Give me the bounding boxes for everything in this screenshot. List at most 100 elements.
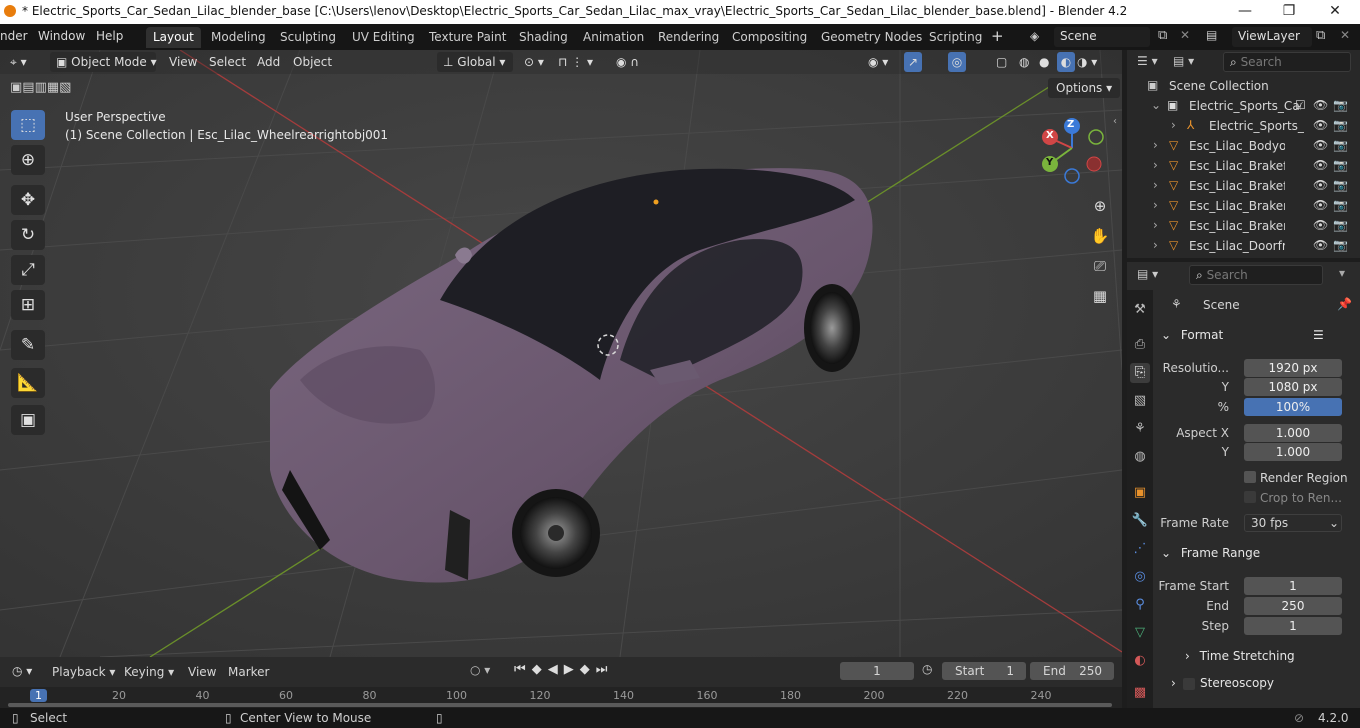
material-shading-icon[interactable]: ◐ bbox=[1057, 52, 1075, 72]
close-button[interactable]: ✕ bbox=[1312, 0, 1358, 24]
timeline-ruler[interactable]: 1 20 40 60 80 100 120 140 160 180 200 220 240 bbox=[0, 687, 1122, 708]
eye-icon[interactable]: 👁 bbox=[1313, 158, 1328, 172]
tab-animation[interactable]: Animation bbox=[576, 27, 651, 48]
material-tab-icon[interactable]: ◐ bbox=[1130, 651, 1150, 671]
scene-selector-icon[interactable]: ◈ bbox=[1030, 29, 1039, 43]
menu-select[interactable]: Select bbox=[209, 52, 246, 72]
start-frame-field[interactable]: Start 1 bbox=[942, 662, 1026, 680]
scene-tab-icon[interactable]: ⚘ bbox=[1130, 419, 1150, 439]
resolution-percent-field[interactable]: 100% bbox=[1244, 398, 1342, 416]
crop-checkbox[interactable] bbox=[1244, 491, 1256, 503]
outliner-item[interactable]: › ▽ Esc_Lilac_Bodyobj0 👁 📷 bbox=[1127, 136, 1360, 156]
outliner-item[interactable]: › ▽ Esc_Lilac_Brakefrrig 👁 📷 bbox=[1127, 176, 1360, 196]
frame-step-field[interactable]: 1 bbox=[1244, 617, 1342, 635]
timeline-scrollbar[interactable] bbox=[8, 703, 1112, 707]
mode-selector[interactable]: ▣ Object Mode ▾ bbox=[50, 52, 157, 72]
tab-shading[interactable]: Shading bbox=[512, 27, 575, 48]
outliner-root[interactable]: ▣ Scene Collection bbox=[1127, 76, 1360, 96]
outliner-item[interactable]: › ▽ Esc_Lilac_Doorfrlef 👁 📷 bbox=[1127, 236, 1360, 256]
timeline-editor-icon[interactable]: ◷ ▾ bbox=[12, 664, 32, 678]
collection-checkbox[interactable]: ☑ bbox=[1295, 98, 1306, 112]
time-stretching-header[interactable]: › Time Stretching bbox=[1185, 649, 1345, 671]
proportional-edit-icon[interactable]: ◉ ∩ bbox=[616, 52, 639, 72]
outliner-collection[interactable]: ⌄ ▣ Electric_Sports_Car ☑ 👁 📷 bbox=[1127, 96, 1360, 116]
add-workspace-icon[interactable]: + bbox=[991, 27, 1004, 45]
zoom-icon[interactable]: ⊕ bbox=[1088, 194, 1112, 218]
menu-render[interactable]: nder bbox=[0, 29, 28, 43]
tab-geometry-nodes[interactable]: Geometry Nodes bbox=[814, 27, 929, 48]
expand-right-icon[interactable]: › bbox=[1153, 158, 1158, 172]
new-view-layer-icon[interactable]: ⧉ bbox=[1316, 28, 1325, 43]
stereoscopy-header[interactable]: › Stereoscopy bbox=[1171, 676, 1347, 698]
annotate-tool-icon[interactable]: ✎ bbox=[11, 330, 45, 360]
view-layer-field[interactable]: ViewLayer bbox=[1232, 27, 1312, 47]
stereoscopy-checkbox[interactable] bbox=[1183, 678, 1195, 690]
camera-icon[interactable]: 📷 bbox=[1333, 118, 1348, 132]
outliner-search[interactable]: ⌕ Search bbox=[1223, 52, 1351, 72]
data-tab-icon[interactable]: ▽ bbox=[1130, 623, 1150, 643]
eye-icon[interactable]: 👁 bbox=[1313, 198, 1328, 212]
view-layer-icon[interactable]: ▤ bbox=[1206, 28, 1217, 42]
wireframe-shading-icon[interactable]: ◍ bbox=[1019, 52, 1029, 72]
pin-icon[interactable]: 📌 bbox=[1337, 297, 1352, 311]
camera-icon[interactable]: 📷 bbox=[1333, 178, 1348, 192]
constraints-tab-icon[interactable]: ⚲ bbox=[1130, 595, 1150, 615]
frame-range-panel-header[interactable]: ⌄ Frame Range bbox=[1161, 546, 1351, 568]
tab-modeling[interactable]: Modeling bbox=[204, 27, 273, 48]
physics-tab-icon[interactable]: ◎ bbox=[1130, 567, 1150, 587]
xray-icon[interactable]: ▢ bbox=[996, 52, 1007, 72]
outliner-filter-icon[interactable]: ▤ ▾ bbox=[1173, 54, 1194, 68]
minimize-button[interactable]: — bbox=[1222, 0, 1268, 24]
menu-add[interactable]: Add bbox=[257, 52, 280, 72]
camera-icon[interactable]: 📷 bbox=[1333, 218, 1348, 232]
editor-type-icon[interactable]: ⌖ ▾ bbox=[10, 52, 27, 72]
view-layer-tab-icon[interactable]: ▧ bbox=[1130, 391, 1150, 411]
tab-sculpting[interactable]: Sculpting bbox=[273, 27, 343, 48]
camera-icon[interactable]: 📷 bbox=[1333, 238, 1348, 252]
aspect-x-field[interactable]: 1.000 bbox=[1244, 424, 1342, 442]
overlays-icon[interactable]: ◎ bbox=[948, 52, 966, 72]
snap-icon[interactable]: ⊓ ⋮ ▾ bbox=[558, 52, 593, 72]
options-button[interactable]: Options ▾ bbox=[1048, 78, 1121, 98]
properties-options-icon[interactable]: ▾ bbox=[1339, 266, 1345, 280]
camera-icon[interactable]: 📷 bbox=[1333, 98, 1348, 112]
scene-field[interactable]: Scene bbox=[1054, 27, 1150, 47]
frame-start-field[interactable]: 1 bbox=[1244, 577, 1342, 595]
camera-view-icon[interactable]: ⎚ bbox=[1088, 254, 1112, 278]
menu-view[interactable]: View bbox=[169, 52, 197, 72]
expand-right-icon[interactable]: › bbox=[1153, 198, 1158, 212]
presets-icon[interactable]: ☰ bbox=[1313, 328, 1324, 342]
3d-viewport[interactable]: ⌖ ▾ ▣ Object Mode ▾ View Select Add Obje… bbox=[0, 50, 1122, 657]
camera-icon[interactable]: 📷 bbox=[1333, 198, 1348, 212]
resolution-x-field[interactable]: 1920 px bbox=[1244, 359, 1342, 377]
add-cube-tool-icon[interactable]: ▣ bbox=[11, 405, 45, 435]
menu-object[interactable]: Object bbox=[293, 52, 332, 72]
keying-menu[interactable]: Keying ▾ bbox=[124, 665, 174, 679]
outliner-item[interactable]: › ▽ Esc_Lilac_Brakerea 👁 📷 bbox=[1127, 196, 1360, 216]
solid-shading-icon[interactable]: ● bbox=[1039, 52, 1049, 72]
eye-icon[interactable]: 👁 bbox=[1313, 98, 1328, 112]
tab-rendering[interactable]: Rendering bbox=[651, 27, 726, 48]
outliner-item[interactable]: › ▽ Esc_Lilac_Brakefrle 👁 📷 bbox=[1127, 156, 1360, 176]
particles-tab-icon[interactable]: ⋰ bbox=[1130, 539, 1150, 559]
camera-icon[interactable]: 📷 bbox=[1333, 138, 1348, 152]
frame-end-field[interactable]: 250 bbox=[1244, 597, 1342, 615]
eye-icon[interactable]: 👁 bbox=[1313, 178, 1328, 192]
render-region-checkbox[interactable] bbox=[1244, 471, 1256, 483]
clock-icon[interactable]: ◷ bbox=[922, 662, 932, 676]
format-panel-header[interactable]: ⌄ Format ☰ bbox=[1161, 328, 1351, 350]
marker-menu[interactable]: Marker bbox=[228, 665, 269, 679]
perspective-toggle-icon[interactable]: ▦ bbox=[1088, 284, 1112, 308]
render-tab-icon[interactable]: ⎙ bbox=[1130, 335, 1150, 355]
frame-rate-dropdown[interactable]: 30 fps ⌄ bbox=[1244, 514, 1342, 532]
cursor-tool-icon[interactable]: ⊕ bbox=[11, 145, 45, 175]
pan-hand-icon[interactable]: ✋ bbox=[1088, 224, 1112, 248]
eye-icon[interactable]: 👁 bbox=[1313, 118, 1328, 132]
navigation-gizmo[interactable]: Z X Y bbox=[1038, 116, 1108, 186]
orientation-selector[interactable]: ⊥ Global ▾ bbox=[437, 52, 513, 72]
menu-help[interactable]: Help bbox=[96, 29, 123, 43]
camera-icon[interactable]: 📷 bbox=[1333, 158, 1348, 172]
rotate-tool-icon[interactable]: ↻ bbox=[11, 220, 45, 250]
menu-window[interactable]: Window bbox=[38, 29, 85, 43]
gizmo-toggle-icon[interactable]: ↗ bbox=[904, 52, 922, 72]
